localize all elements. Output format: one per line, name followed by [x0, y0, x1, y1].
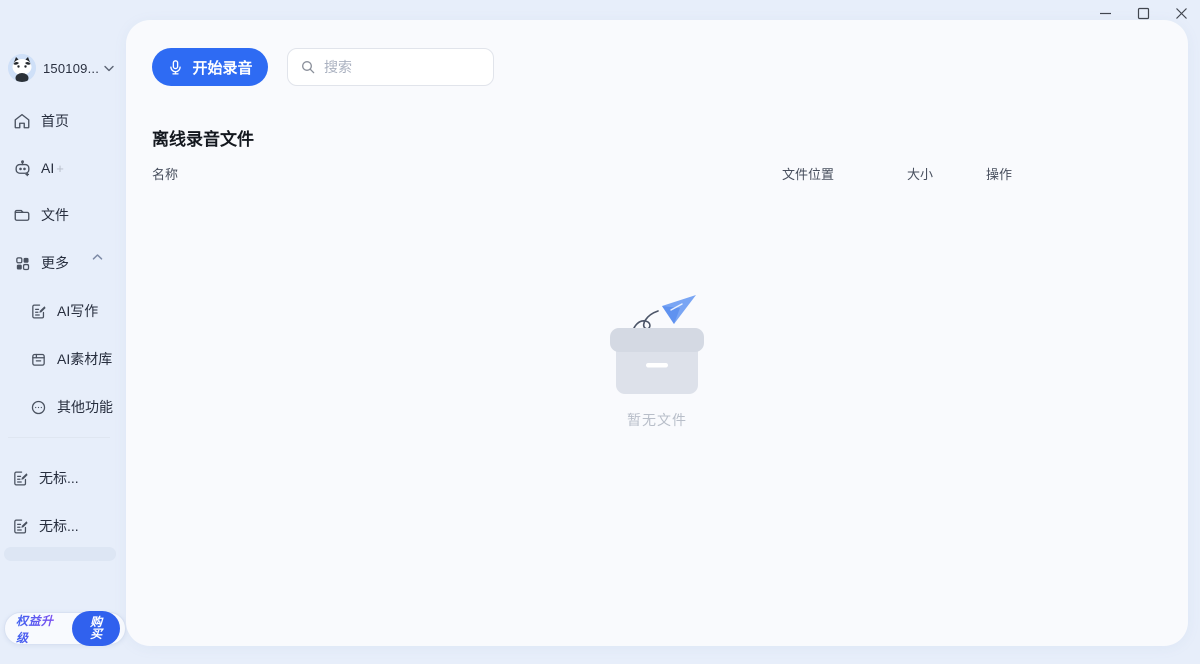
- search-icon: [300, 59, 316, 75]
- ai-robot-icon: [12, 158, 32, 178]
- search-input[interactable]: [324, 59, 481, 75]
- recent-file-item[interactable]: 无标...: [0, 512, 126, 540]
- page-title: 离线录音文件: [152, 125, 254, 150]
- upgrade-label: 权益升级: [16, 612, 65, 646]
- sidebar-item-more[interactable]: 更多: [0, 249, 126, 277]
- sidebar-divider: [8, 437, 110, 438]
- chevron-down-icon: [104, 65, 114, 72]
- upgrade-banner[interactable]: 权益升级 购买: [4, 612, 126, 645]
- user-account[interactable]: 150109...: [0, 54, 126, 82]
- folder-icon: [12, 205, 32, 225]
- home-icon: [12, 111, 32, 131]
- sidebar-item-files[interactable]: 文件: [0, 201, 126, 229]
- search-box[interactable]: [287, 48, 494, 86]
- user-id: 150109...: [43, 61, 99, 76]
- ellipsis-circle-icon: [28, 397, 48, 417]
- sidebar-item-label: AI写作: [57, 301, 98, 321]
- chevron-up-icon[interactable]: [92, 253, 103, 261]
- minimize-icon[interactable]: [1086, 0, 1124, 26]
- library-icon: [28, 349, 48, 369]
- sidebar-item-home[interactable]: 首页: [0, 107, 126, 135]
- close-icon[interactable]: [1162, 0, 1200, 26]
- column-header-name: 名称: [152, 164, 178, 183]
- empty-box-paper-plane-illustration: [602, 292, 712, 400]
- sidebar: 150109... 首页 AI + 文件: [0, 0, 126, 664]
- sidebar-item-label: 文件: [41, 205, 69, 225]
- sidebar-item-ai[interactable]: AI +: [0, 154, 126, 182]
- sidebar-item-label: 首页: [41, 111, 69, 131]
- recent-file-item-partial[interactable]: [4, 547, 116, 561]
- empty-state: 暂无文件: [602, 292, 712, 430]
- sidebar-item-label: AI素材库: [57, 349, 112, 369]
- empty-state-text: 暂无文件: [627, 410, 687, 430]
- record-button-label: 开始录音: [192, 57, 252, 78]
- grid-icon: [12, 253, 32, 273]
- recent-file-label: 无标...: [39, 516, 79, 536]
- window-controls: [1086, 0, 1200, 26]
- sidebar-item-label: 更多: [41, 253, 69, 273]
- main-panel: 开始录音 离线录音文件 名称 文件位置 大小 操作 暂无文件: [126, 20, 1188, 646]
- sidebar-item-label: 其他功能: [57, 397, 113, 417]
- sidebar-item-label: AI: [41, 160, 54, 176]
- microphone-icon: [167, 59, 184, 76]
- recent-file-label: 无标...: [39, 468, 79, 488]
- column-header-location: 文件位置: [782, 164, 834, 183]
- plus-suffix: +: [56, 161, 64, 176]
- table-header: 名称 文件位置 大小 操作: [126, 164, 1188, 184]
- doc-edit-icon: [28, 301, 48, 321]
- doc-edit-icon: [10, 468, 30, 488]
- column-header-size: 大小: [907, 164, 933, 183]
- sidebar-item-ai-writing[interactable]: AI写作: [0, 297, 126, 325]
- start-recording-button[interactable]: 开始录音: [152, 48, 268, 86]
- recent-file-item[interactable]: 无标...: [0, 464, 126, 492]
- avatar: [8, 54, 36, 82]
- sidebar-item-other-functions[interactable]: 其他功能: [0, 393, 126, 421]
- maximize-icon[interactable]: [1124, 0, 1162, 26]
- sidebar-item-ai-library[interactable]: AI素材库: [0, 345, 126, 373]
- doc-edit-icon: [10, 516, 30, 536]
- column-header-action: 操作: [986, 164, 1012, 183]
- buy-button[interactable]: 购买: [72, 611, 120, 646]
